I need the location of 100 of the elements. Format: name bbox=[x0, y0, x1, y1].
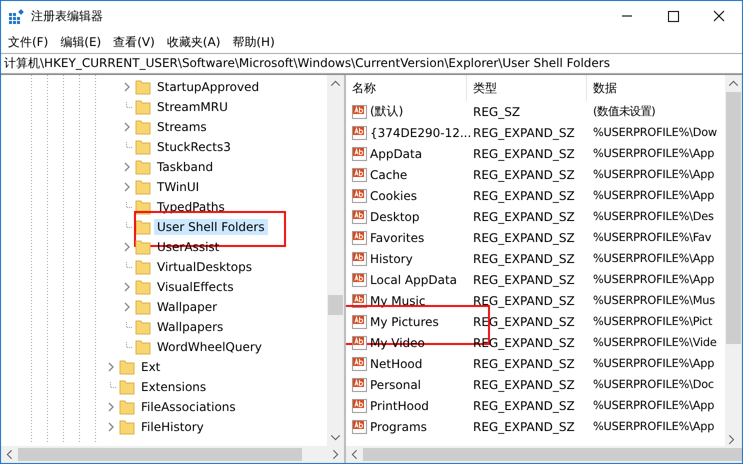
tree-item[interactable]: VirtualDesktops bbox=[154, 259, 255, 275]
table-cell: %USERPROFILE%\App bbox=[593, 168, 714, 181]
tree-item[interactable]: Extensions bbox=[138, 379, 210, 395]
string-value-icon bbox=[352, 418, 368, 434]
folder-icon bbox=[135, 259, 151, 275]
string-value-icon bbox=[352, 334, 368, 350]
expand-chevron-icon[interactable] bbox=[122, 122, 132, 132]
folder-icon bbox=[135, 319, 151, 335]
value-name: NetHood bbox=[370, 356, 424, 370]
folder-icon bbox=[135, 279, 151, 295]
tree-item[interactable]: Streams bbox=[154, 119, 210, 135]
menu-item[interactable]: 文件(F) bbox=[4, 34, 56, 50]
tree-item[interactable]: FileAssociations bbox=[138, 399, 239, 415]
table-cell: %USERPROFILE%\Mus bbox=[593, 294, 715, 307]
scrollbar-thumb[interactable] bbox=[363, 448, 742, 461]
tree-item[interactable]: Taskband bbox=[154, 159, 216, 175]
table-cell-text: REG_SZ bbox=[473, 104, 522, 118]
string-value-icon bbox=[352, 272, 368, 288]
menu-item[interactable]: 编辑(E) bbox=[56, 34, 110, 50]
tree-item[interactable]: Wallpaper bbox=[154, 299, 220, 315]
table-cell: (数值未设置) bbox=[593, 104, 656, 119]
tree-item[interactable]: StuckRects3 bbox=[154, 139, 234, 155]
folder-icon bbox=[119, 379, 135, 395]
menu-item[interactable]: 帮助(H) bbox=[228, 34, 283, 50]
value-name: PrintHood bbox=[370, 398, 430, 412]
table-cell-text: REG_EXPAND_SZ bbox=[473, 168, 576, 182]
value-name: History bbox=[370, 252, 414, 266]
tree-item[interactable]: StartupApproved bbox=[154, 79, 262, 95]
tree-item[interactable]: StreamMRU bbox=[154, 99, 231, 115]
tree-item[interactable]: User Shell Folders bbox=[154, 219, 268, 235]
value-name: AppData bbox=[370, 146, 424, 160]
column-header[interactable]: 类型 bbox=[467, 75, 587, 101]
column-header[interactable]: 名称 bbox=[346, 75, 467, 101]
table-cell: %USERPROFILE%\App bbox=[593, 147, 714, 160]
string-value-icon bbox=[352, 146, 368, 162]
expand-chevron-icon[interactable] bbox=[122, 82, 132, 92]
table-cell-text: REG_EXPAND_SZ bbox=[473, 126, 576, 140]
scrollbar-thumb[interactable] bbox=[18, 448, 302, 461]
value-name: Personal bbox=[370, 378, 422, 392]
scrollbar-thumb[interactable] bbox=[726, 92, 741, 344]
folder-icon bbox=[119, 359, 135, 375]
folder-icon bbox=[135, 99, 151, 115]
menu-item[interactable]: 收藏夹(A) bbox=[162, 34, 228, 50]
tree-item[interactable]: FileHistory bbox=[138, 419, 207, 435]
table-cell-text: REG_EXPAND_SZ bbox=[473, 146, 576, 160]
tree-item[interactable]: WordWheelQuery bbox=[154, 339, 265, 355]
folder-icon bbox=[119, 419, 135, 435]
tree-item[interactable]: Wallpapers bbox=[154, 319, 226, 335]
string-value-icon bbox=[352, 356, 368, 372]
table-cell: %USERPROFILE%\App bbox=[593, 420, 714, 433]
table-cell-text: REG_EXPAND_SZ bbox=[473, 230, 576, 244]
value-name: Programs bbox=[370, 420, 428, 434]
registry-icon bbox=[8, 8, 24, 24]
value-name: Favorites bbox=[370, 230, 426, 244]
folder-icon bbox=[135, 239, 151, 255]
table-cell: %USERPROFILE%\App bbox=[593, 399, 714, 412]
string-value-icon bbox=[352, 314, 368, 330]
menu-item[interactable]: 查看(V) bbox=[109, 34, 163, 50]
folder-icon bbox=[135, 299, 151, 315]
string-value-icon bbox=[352, 250, 368, 266]
table-cell: %USERPROFILE%\Des bbox=[593, 210, 714, 223]
value-name: Cache bbox=[370, 168, 408, 182]
value-name: Cookies bbox=[370, 188, 418, 202]
folder-icon bbox=[135, 119, 151, 135]
folder-icon bbox=[135, 179, 151, 195]
string-value-icon bbox=[352, 398, 368, 414]
tree-item[interactable]: Ext bbox=[138, 359, 164, 375]
column-header[interactable]: 数据 bbox=[587, 75, 725, 101]
tree-item[interactable]: TypedPaths bbox=[154, 199, 228, 215]
table-cell-text: REG_EXPAND_SZ bbox=[473, 188, 576, 202]
table-cell: %USERPROFILE%\Dow bbox=[593, 126, 717, 139]
tree-item[interactable]: TWinUI bbox=[154, 179, 202, 195]
value-name: Local AppData bbox=[370, 272, 458, 286]
table-cell: %USERPROFILE%\App bbox=[593, 273, 714, 286]
folder-icon bbox=[135, 139, 151, 155]
window-title: 注册表编辑器 bbox=[31, 8, 104, 25]
table-cell: %USERPROFILE%\App bbox=[593, 189, 714, 202]
table-cell: %USERPROFILE%\App bbox=[593, 252, 714, 265]
expand-chevron-icon[interactable] bbox=[106, 362, 116, 372]
table-cell-text: REG_EXPAND_SZ bbox=[473, 336, 576, 350]
string-value-icon bbox=[352, 166, 368, 182]
table-cell: %USERPROFILE%\Doc bbox=[593, 378, 714, 391]
expand-chevron-icon[interactable] bbox=[122, 242, 132, 252]
table-cell-text: REG_EXPAND_SZ bbox=[473, 272, 576, 286]
folder-icon bbox=[135, 219, 151, 235]
table-cell-text: REG_EXPAND_SZ bbox=[473, 294, 576, 308]
tree-item[interactable]: VisualEffects bbox=[154, 279, 237, 295]
table-cell-text: REG_EXPAND_SZ bbox=[473, 398, 576, 412]
folder-icon bbox=[135, 79, 151, 95]
table-cell: %USERPROFILE%\Vide bbox=[593, 336, 717, 349]
value-name: My Pictures bbox=[370, 314, 440, 328]
value-name: Desktop bbox=[370, 210, 420, 224]
string-value-icon bbox=[352, 124, 368, 140]
address-field[interactable]: 计算机\HKEY_CURRENT_USER\Software\Microsoft\Windows\CurrentVersion\Explorer\User Shell Folders bbox=[1, 53, 742, 74]
value-name: (默认) bbox=[370, 103, 404, 120]
table-cell: %USERPROFILE%\App bbox=[593, 357, 714, 370]
table-cell: %USERPROFILE%\Fav bbox=[593, 231, 712, 244]
scrollbar-thumb[interactable] bbox=[328, 295, 343, 315]
table-cell-text: REG_EXPAND_SZ bbox=[473, 356, 576, 370]
folder-icon bbox=[135, 159, 151, 175]
